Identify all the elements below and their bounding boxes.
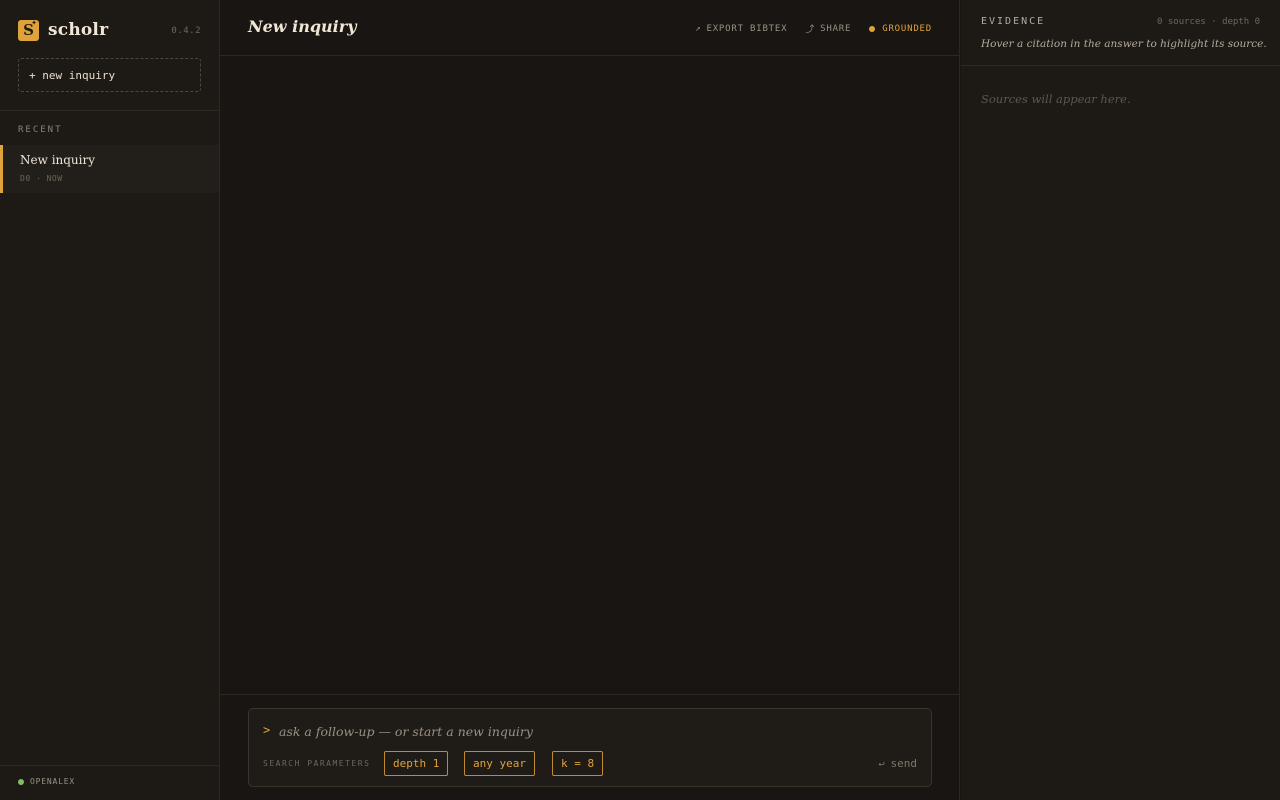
- evidence-panel: EVIDENCE 0 sources · depth 0 Hover a cit…: [961, 0, 1280, 800]
- header-actions: ↗ EXPORT BIBTEX ⤴ SHARE GROUNDED: [695, 22, 932, 36]
- k-param-chip[interactable]: k = 8: [552, 751, 604, 776]
- share-label: SHARE: [820, 23, 852, 34]
- evidence-meta: 0 sources · depth 0: [1157, 17, 1260, 27]
- depth-param-chip[interactable]: depth 1: [384, 751, 449, 776]
- app-logo-icon: S ✦: [18, 18, 39, 41]
- prompt-caret-icon: >: [263, 723, 271, 737]
- evidence-header: EVIDENCE 0 sources · depth 0 Hover a cit…: [961, 0, 1280, 66]
- send-button[interactable]: ↵ send: [878, 757, 917, 770]
- recent-section-label: RECENT: [18, 125, 63, 135]
- return-icon: ↵: [878, 758, 885, 769]
- brand[interactable]: S ✦ scholr: [18, 19, 108, 41]
- main-header: New inquiry ↗ EXPORT BIBTEX ⤴ SHARE GROU…: [220, 0, 960, 56]
- new-inquiry-button[interactable]: + new inquiry: [18, 58, 201, 92]
- recent-item-title: New inquiry: [20, 153, 96, 167]
- sidebar-footer-divider: [0, 765, 220, 766]
- recent-item[interactable]: New inquiry D0 · NOW: [0, 145, 219, 193]
- search-parameters-label: SEARCH PARAMETERS: [263, 759, 371, 768]
- evidence-empty-state: Sources will appear here.: [981, 92, 1131, 106]
- grounded-badge: GROUNDED: [869, 24, 932, 34]
- page-title: New inquiry: [248, 17, 357, 36]
- sparkle-icon: ✦: [31, 18, 37, 27]
- main-panel: New inquiry ↗ EXPORT BIBTEX ⤴ SHARE GROU…: [220, 0, 960, 800]
- status-dot-icon: [18, 778, 24, 785]
- send-label: send: [890, 757, 918, 770]
- composer-area: > SEARCH PARAMETERS depth 1 any year k =…: [220, 694, 960, 800]
- year-param-chip[interactable]: any year: [464, 751, 535, 776]
- query-input[interactable]: [279, 720, 899, 742]
- share-icon: ⤴: [805, 25, 816, 35]
- export-bibtex-button[interactable]: ↗ EXPORT BIBTEX: [695, 24, 787, 34]
- arrow-up-right-icon: ↗: [695, 23, 702, 34]
- app-version: 0.4.2: [171, 26, 201, 36]
- source-status: OPENALEX: [18, 777, 75, 786]
- share-button[interactable]: ⤴ SHARE: [805, 22, 852, 36]
- grounded-label: GROUNDED: [882, 23, 932, 34]
- app-name: scholr: [48, 20, 109, 40]
- sidebar-divider: [0, 110, 220, 111]
- sidebar: S ✦ scholr 0.4.2 + new inquiry RECENT Ne…: [0, 0, 220, 800]
- source-status-label: OPENALEX: [30, 777, 75, 786]
- composer: > SEARCH PARAMETERS depth 1 any year k =…: [248, 708, 932, 787]
- evidence-hint: Hover a citation in the answer to highli…: [981, 38, 1267, 50]
- recent-item-meta: D0 · NOW: [20, 174, 63, 183]
- grounded-dot-icon: [869, 25, 876, 32]
- evidence-title: EVIDENCE: [981, 16, 1046, 27]
- export-bibtex-label: EXPORT BIBTEX: [706, 23, 788, 34]
